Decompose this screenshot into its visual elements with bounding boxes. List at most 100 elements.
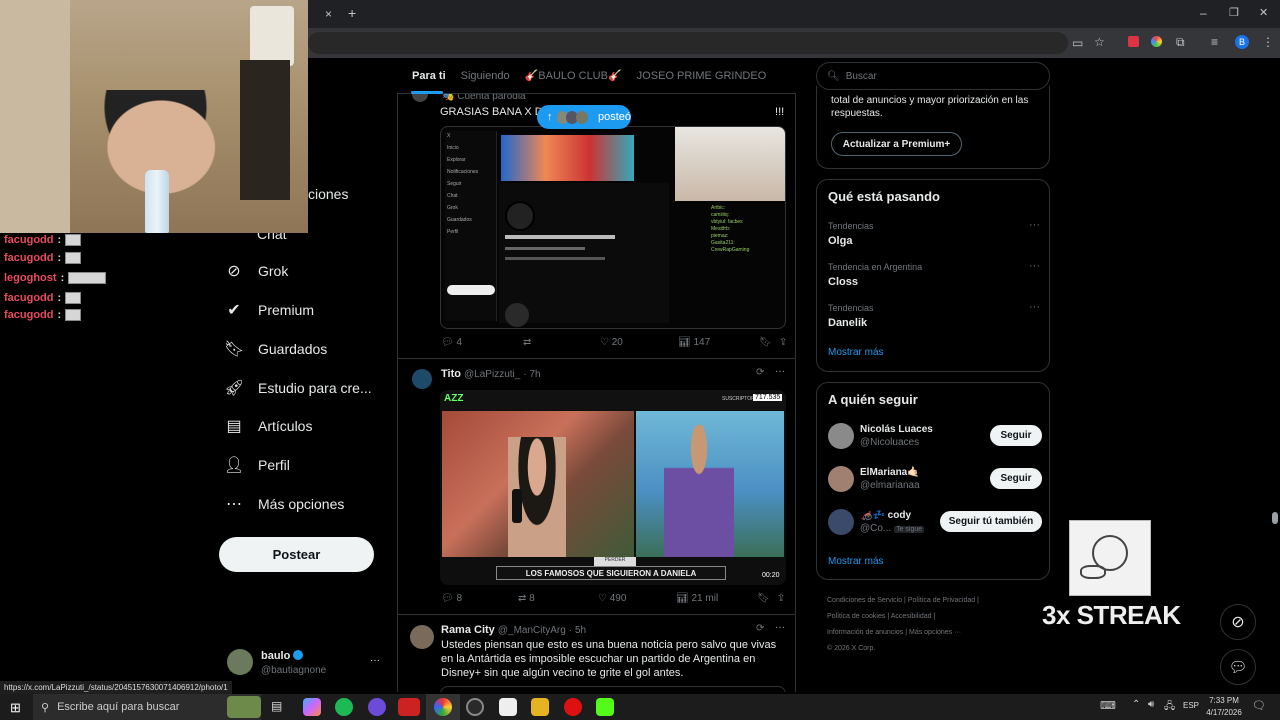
like-button[interactable]: ♡ 490: [598, 593, 676, 604]
follow-button[interactable]: Seguir: [990, 425, 1042, 446]
tweet-more-icon[interactable]: ···: [775, 366, 785, 377]
app-icon[interactable]: [398, 698, 420, 716]
extension-icon[interactable]: [1128, 36, 1139, 47]
windows-start-icon[interactable]: ⊞: [10, 700, 21, 716]
task-view-icon[interactable]: ▤: [271, 699, 282, 713]
tab-para-ti[interactable]: Para ti: [397, 70, 446, 82]
trend-item[interactable]: Tendencia en Argentina Closs ···: [828, 260, 1040, 288]
tweet-avatar[interactable]: [412, 369, 432, 389]
grok-float-button[interactable]: ⊘: [1220, 604, 1256, 640]
tweet-time[interactable]: · 5h: [569, 625, 586, 636]
star-icon[interactable]: ☆: [1094, 35, 1105, 49]
profile-avatar-icon[interactable]: B: [1235, 35, 1249, 49]
tweet-media[interactable]: X Inicio Explorar Notificaciones Seguir Chat G…: [440, 126, 786, 329]
scrollbar-thumb[interactable]: [1272, 512, 1278, 524]
reply-button[interactable]: 💬︎ 4: [441, 337, 523, 348]
follow-name[interactable]: ElMariana🤙🏻: [860, 467, 920, 478]
folder-icon[interactable]: [531, 698, 549, 716]
volume-icon[interactable]: 🔊︎: [1148, 699, 1154, 710]
chrome-icon[interactable]: [434, 698, 452, 716]
notifications-icon[interactable]: 🗨︎: [1252, 699, 1266, 712]
tweet-handle[interactable]: @LaPizzuti_: [464, 369, 520, 380]
trends-show-more[interactable]: Mostrar más: [828, 347, 884, 358]
tweet-more-icon[interactable]: ···: [775, 622, 785, 633]
like-button[interactable]: ♡ 20: [600, 337, 678, 348]
tab-joseo[interactable]: JOSEO PRIME GRINDEO: [622, 70, 767, 82]
language-indicator[interactable]: ESP: [1183, 701, 1199, 710]
share-icon[interactable]: ⇪: [777, 593, 785, 604]
bookmark-icon[interactable]: 🔖︎: [759, 337, 779, 348]
new-posts-pill[interactable]: ↑ posteó: [537, 105, 631, 129]
media-icon[interactable]: ≡: [1211, 35, 1218, 49]
footer-link[interactable]: Accesibilidad: [891, 613, 932, 620]
repost-button[interactable]: ⇄ 8: [518, 593, 598, 604]
nav-item-guardados[interactable]: 🔖︎ Guardados: [224, 331, 327, 367]
grok-icon[interactable]: ⟳: [756, 367, 764, 378]
nav-item-grok[interactable]: ⊘ Grok: [224, 253, 288, 289]
grok-icon[interactable]: ⟳: [756, 623, 764, 634]
tweet-author[interactable]: Rama City: [441, 624, 495, 636]
trend-item[interactable]: Tendencias Olga ···: [828, 219, 1040, 247]
tab-siguiendo[interactable]: Siguiendo: [446, 70, 510, 82]
share-icon[interactable]: ⇪: [779, 337, 787, 348]
views-button[interactable]: 📊︎ 21 mil: [676, 593, 757, 604]
nav-item-perfil[interactable]: 👤︎ Perfil: [224, 447, 290, 483]
account-more-icon[interactable]: ···: [370, 655, 380, 666]
nav-partial-label[interactable]: ciones: [308, 186, 348, 202]
menu-icon[interactable]: ⋮: [1262, 35, 1274, 49]
tray-chevron-icon[interactable]: ⌃: [1132, 699, 1140, 710]
clock[interactable]: 7:33 PM 4/17/2026: [1204, 695, 1244, 719]
tweet-time[interactable]: · 7h: [523, 369, 540, 380]
nav-item-más-opciones[interactable]: ⋯ Más opciones: [224, 486, 344, 522]
account-name[interactable]: baulo: [261, 650, 304, 662]
footer-link[interactable]: Condiciones de Servicio: [827, 597, 902, 604]
nav-item-premium[interactable]: ✔ Premium: [224, 292, 314, 328]
opera-icon[interactable]: [564, 698, 582, 716]
obs-icon[interactable]: [466, 698, 484, 716]
footer-link[interactable]: Más opciones ···: [909, 629, 961, 636]
bookmark-icon[interactable]: 🔖︎: [757, 593, 777, 604]
tab-baulo-club[interactable]: 🎸BAULO CLUB🎸: [510, 69, 622, 82]
follow-avatar[interactable]: [828, 423, 854, 449]
views-button[interactable]: 📊︎ 147: [678, 337, 759, 348]
kick-icon[interactable]: [596, 698, 614, 716]
nav-item-artículos[interactable]: ▤ Artículos: [224, 408, 312, 444]
cast-icon[interactable]: ▭: [1072, 36, 1083, 50]
tweet-handle[interactable]: @_ManCityArg: [498, 625, 566, 636]
chat-float-button[interactable]: 💬︎: [1220, 649, 1256, 685]
trend-more-icon[interactable]: ···: [1029, 260, 1040, 272]
tweet-video[interactable]: AZZ SUSCRIPTORES 717.535 PERDER LOS FAMO…: [440, 390, 786, 585]
account-avatar[interactable]: [227, 649, 253, 675]
trend-more-icon[interactable]: ···: [1029, 219, 1040, 231]
follow-avatar[interactable]: [828, 466, 854, 492]
keyboard-icon[interactable]: ⌨: [1100, 699, 1116, 712]
restore-icon[interactable]: ❐: [1229, 6, 1239, 20]
copilot-icon[interactable]: [303, 698, 321, 716]
trend-item[interactable]: Tendencias Danelik ···: [828, 301, 1040, 329]
repost-button[interactable]: ⇄: [523, 337, 600, 348]
tweet-media-top[interactable]: [440, 686, 786, 692]
footer-link[interactable]: Política de Privacidad: [908, 597, 975, 604]
premium-button[interactable]: Actualizar a Premium+: [831, 132, 962, 156]
spotify-icon[interactable]: [335, 698, 353, 716]
new-tab-icon[interactable]: +: [348, 6, 356, 20]
puzzle-icon[interactable]: ⧉: [1176, 35, 1185, 49]
discord-icon[interactable]: [368, 698, 386, 716]
taskbar-search[interactable]: ⚲ Escribe aquí para buscar: [33, 694, 261, 720]
window-close-icon[interactable]: ✕: [1259, 6, 1268, 20]
footer-link[interactable]: Información de anuncios: [827, 629, 903, 636]
follow-button[interactable]: Seguir tú también: [940, 511, 1042, 532]
network-icon[interactable]: 🖧: [1164, 699, 1175, 716]
nav-item-estudio-para-cre-[interactable]: 🚀︎ Estudio para cre...: [224, 370, 372, 406]
tweet-author[interactable]: Tito: [441, 368, 461, 380]
trend-more-icon[interactable]: ···: [1029, 301, 1040, 313]
follow-name[interactable]: Nicolás Luaces: [860, 424, 933, 435]
reply-button[interactable]: 💬︎ 8: [441, 593, 518, 604]
footer-link[interactable]: Política de cookies: [827, 613, 885, 620]
follow-avatar[interactable]: [828, 509, 854, 535]
follow-button[interactable]: Seguir: [990, 468, 1042, 489]
extension-color-icon[interactable]: [1151, 36, 1162, 47]
address-bar[interactable]: [308, 32, 1068, 54]
follow-name[interactable]: 🦽💤 cody: [860, 510, 911, 521]
follow-show-more[interactable]: Mostrar más: [828, 556, 884, 567]
